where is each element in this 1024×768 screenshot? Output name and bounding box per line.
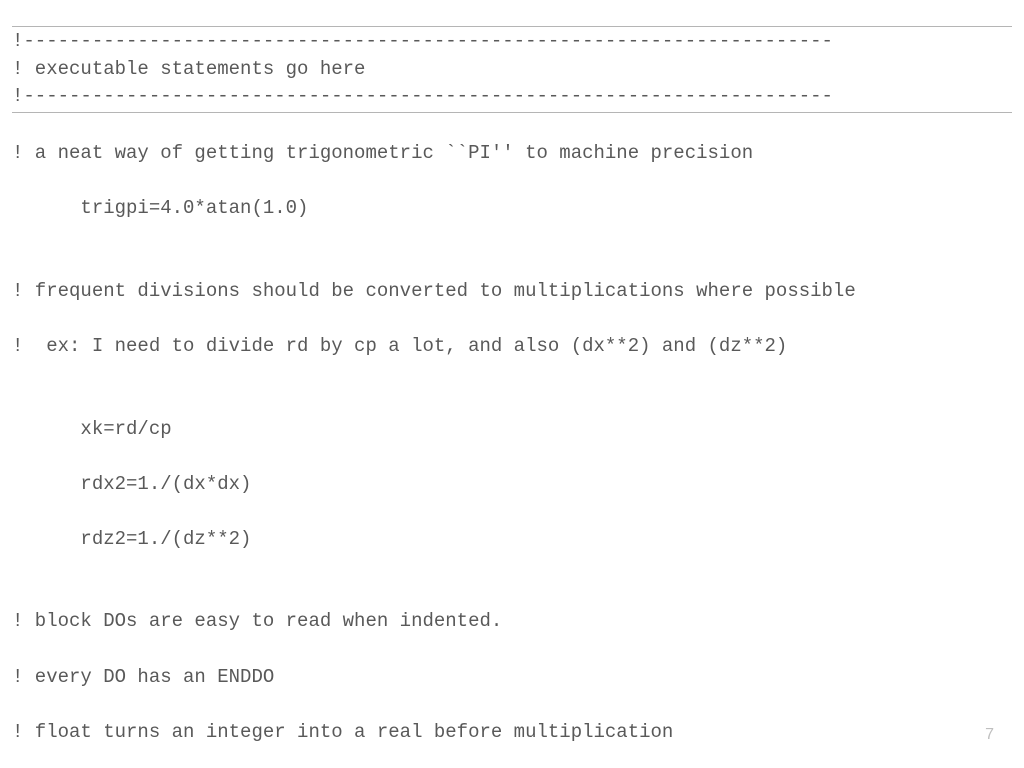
comment-line: ! a neat way of getting trigonometric ``… bbox=[12, 140, 1012, 168]
comment-line: ! ex: I need to divide rd by cp a lot, a… bbox=[12, 333, 1012, 361]
code-slide: !---------------------------------------… bbox=[0, 0, 1024, 768]
page-number: 7 bbox=[985, 723, 994, 746]
header-title: ! executable statements go here bbox=[12, 56, 1012, 84]
rule-line: !---------------------------------------… bbox=[12, 83, 1012, 111]
code-line: xk=rd/cp bbox=[12, 416, 1012, 444]
code-line: trigpi=4.0*atan(1.0) bbox=[12, 195, 1012, 223]
comment-line: ! float turns an integer into a real bef… bbox=[12, 719, 1012, 747]
rule-line: !---------------------------------------… bbox=[12, 28, 1012, 56]
code-line: rdx2=1./(dx*dx) bbox=[12, 471, 1012, 499]
header-comment-block: !---------------------------------------… bbox=[12, 26, 1012, 113]
comment-line: ! block DOs are easy to read when indent… bbox=[12, 608, 1012, 636]
comment-line: ! every DO has an ENDDO bbox=[12, 664, 1012, 692]
code-line: rdz2=1./(dz**2) bbox=[12, 526, 1012, 554]
comment-line: ! frequent divisions should be converted… bbox=[12, 278, 1012, 306]
